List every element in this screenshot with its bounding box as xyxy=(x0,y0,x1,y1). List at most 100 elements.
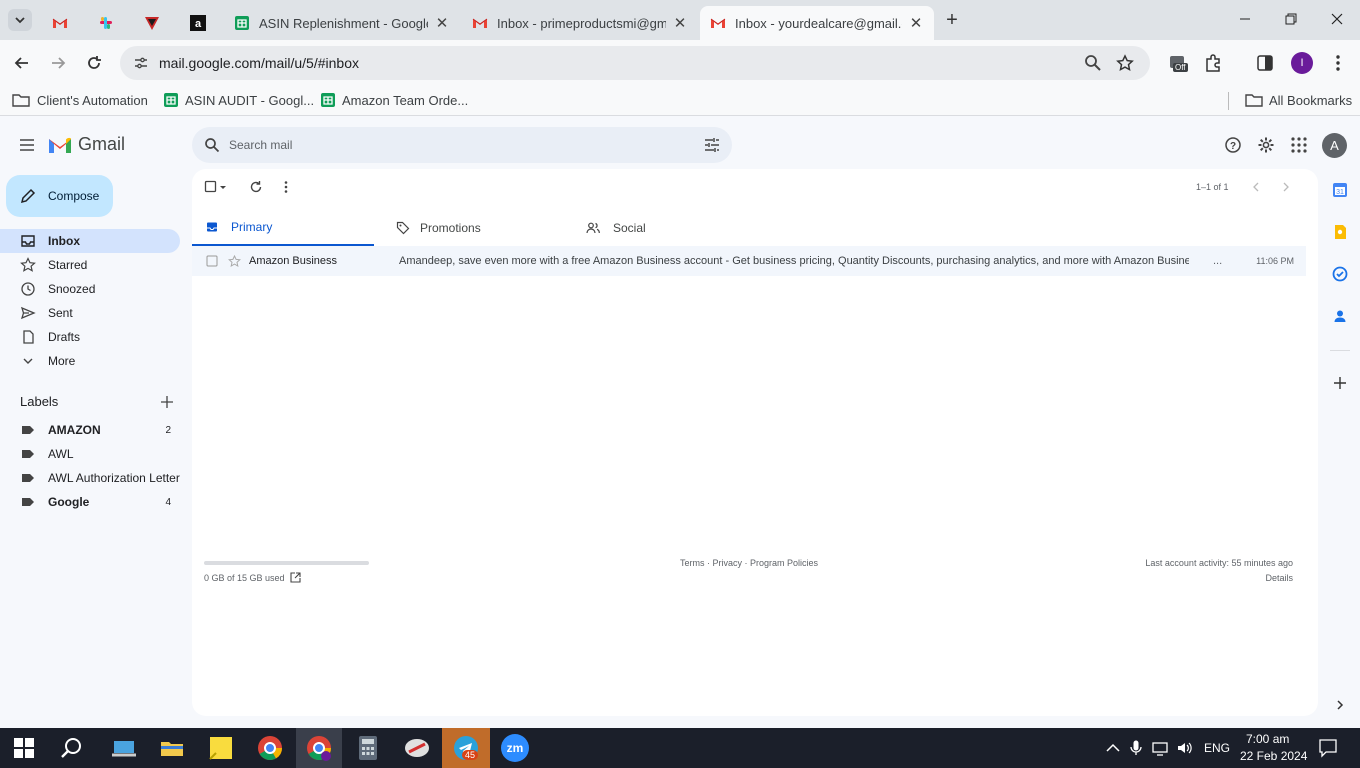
notifications-icon[interactable] xyxy=(1318,738,1338,758)
omnibox[interactable]: mail.google.com/mail/u/5/#inbox xyxy=(120,46,1150,80)
taskbar-search-icon[interactable] xyxy=(60,736,84,760)
bookmark-star-icon[interactable] xyxy=(1116,54,1134,72)
zoom-app-icon[interactable]: zm xyxy=(501,734,529,762)
bookmark-folder-clients-automation[interactable]: Client's Automation xyxy=(12,92,148,108)
label-awl-authorization[interactable]: AWL Authorization Letter xyxy=(0,466,180,490)
back-icon[interactable] xyxy=(12,53,32,73)
forward-icon[interactable] xyxy=(48,53,68,73)
email-sender: Amazon Business xyxy=(249,255,338,267)
newer-page-icon[interactable] xyxy=(1250,181,1262,193)
chrome-menu-icon[interactable] xyxy=(1330,53,1346,73)
search-icon[interactable] xyxy=(204,137,220,153)
windows-start-icon[interactable] xyxy=(14,738,34,758)
row-checkbox-icon[interactable] xyxy=(206,255,218,267)
tab-search-button[interactable] xyxy=(8,9,32,31)
extension-off-icon[interactable]: Off xyxy=(1168,52,1192,76)
send-icon xyxy=(20,306,36,320)
clock-date[interactable]: 22 Feb 2024 xyxy=(1240,749,1307,763)
bookmark-amazon-team-orders[interactable]: Amazon Team Orde... xyxy=(320,92,468,108)
file-explorer-icon[interactable] xyxy=(158,734,186,762)
close-tab-icon[interactable]: ✕ xyxy=(434,14,450,32)
snipping-tool-icon[interactable] xyxy=(403,734,431,762)
search-filters-icon[interactable] xyxy=(704,137,720,153)
main-menu-icon[interactable] xyxy=(18,136,36,154)
hide-panel-chevron-icon[interactable] xyxy=(1334,699,1346,711)
chrome-profile-taskbar-icon[interactable] xyxy=(305,734,333,762)
bookmark-asin-audit[interactable]: ASIN AUDIT - Googl... xyxy=(163,92,314,108)
zoom-icon[interactable] xyxy=(1084,54,1102,72)
get-addons-icon[interactable] xyxy=(1333,376,1347,390)
close-tab-icon[interactable]: ✕ xyxy=(908,14,924,32)
create-label-icon[interactable] xyxy=(160,395,174,409)
older-page-icon[interactable] xyxy=(1280,181,1292,193)
reload-icon[interactable] xyxy=(84,53,104,73)
row-star-icon[interactable] xyxy=(228,255,241,268)
chrome-taskbar-icon[interactable] xyxy=(256,734,284,762)
settings-gear-icon[interactable] xyxy=(1257,136,1275,154)
new-tab-button[interactable]: + xyxy=(942,10,962,30)
tab-pinned-amazon[interactable]: a xyxy=(180,6,218,40)
tab-pinned-vpn[interactable] xyxy=(134,6,172,40)
compose-button[interactable]: Compose xyxy=(6,175,113,217)
tab-asin-replenishment[interactable]: ASIN Replenishment - Google S ✕ xyxy=(224,6,460,40)
extensions-puzzle-icon[interactable] xyxy=(1203,53,1223,73)
clock-time[interactable]: 7:00 am xyxy=(1246,732,1289,746)
side-panel-icon[interactable] xyxy=(1256,54,1274,72)
footer-policy-links[interactable]: Terms · Privacy · Program Policies xyxy=(680,558,818,568)
tab-primary[interactable]: Primary xyxy=(192,209,374,247)
label-tag-icon xyxy=(22,474,34,482)
extension-badge: Off xyxy=(1173,63,1188,72)
microphone-icon[interactable] xyxy=(1130,740,1142,756)
inbox-icon xyxy=(21,235,35,247)
search-bar[interactable]: Search mail xyxy=(192,127,732,163)
tab-inbox-primeproducts[interactable]: Inbox - primeproductsmi@gma ✕ xyxy=(462,6,698,40)
email-row[interactable]: Amazon Business Amandeep, save even more… xyxy=(192,246,1306,276)
help-icon[interactable]: ? xyxy=(1224,136,1242,154)
account-avatar[interactable]: A xyxy=(1322,133,1347,158)
email-ellipsis: ... xyxy=(1213,255,1223,267)
more-actions-icon[interactable] xyxy=(281,180,291,194)
nav-inbox[interactable]: Inbox xyxy=(0,229,180,253)
label-awl[interactable]: AWL xyxy=(0,442,180,466)
volume-icon[interactable] xyxy=(1176,740,1194,756)
taskbar-app-laptop-icon[interactable] xyxy=(110,734,138,762)
bookmark-label: Client's Automation xyxy=(37,92,148,108)
label-amazon[interactable]: AMAZON 2 xyxy=(0,418,180,442)
nav-starred[interactable]: Starred xyxy=(0,253,180,277)
minimize-icon[interactable] xyxy=(1236,10,1254,28)
language-indicator[interactable]: ENG xyxy=(1204,741,1230,755)
show-hidden-icons-icon[interactable] xyxy=(1106,742,1120,754)
tasks-icon[interactable] xyxy=(1332,266,1348,282)
gmail-logo[interactable]: Gmail xyxy=(48,134,125,155)
tab-social[interactable]: Social xyxy=(580,209,760,247)
calculator-icon[interactable] xyxy=(354,734,382,762)
close-window-icon[interactable] xyxy=(1328,10,1346,28)
nav-sent[interactable]: Sent xyxy=(0,301,180,325)
tab-inbox-yourdealcare[interactable]: Inbox - yourdealcare@gmail.co ✕ xyxy=(700,6,934,40)
sticky-notes-icon[interactable] xyxy=(207,734,235,762)
refresh-icon[interactable] xyxy=(249,180,263,194)
url-text[interactable]: mail.google.com/mail/u/5/#inbox xyxy=(159,55,359,71)
profile-avatar[interactable]: I xyxy=(1291,52,1313,74)
calendar-icon[interactable]: 31 xyxy=(1332,182,1348,198)
close-tab-icon[interactable]: ✕ xyxy=(672,14,688,32)
keep-icon[interactable] xyxy=(1332,224,1348,240)
tab-pinned-gmail[interactable] xyxy=(42,6,80,40)
contacts-icon[interactable] xyxy=(1332,308,1348,324)
activity-details-link[interactable]: Details xyxy=(1265,573,1293,583)
site-info-icon[interactable] xyxy=(132,54,150,72)
tab-pinned-slack[interactable] xyxy=(88,6,126,40)
label-tag-icon xyxy=(22,426,34,434)
restore-icon[interactable] xyxy=(1282,10,1300,28)
open-storage-icon[interactable] xyxy=(290,572,301,583)
all-bookmarks-button[interactable]: All Bookmarks xyxy=(1245,92,1352,108)
nav-snoozed[interactable]: Snoozed xyxy=(0,277,180,301)
search-input[interactable]: Search mail xyxy=(229,138,292,152)
tab-promotions[interactable]: Promotions xyxy=(390,209,570,247)
select-all-checkbox[interactable] xyxy=(204,180,240,194)
network-icon[interactable] xyxy=(1152,740,1170,756)
label-google[interactable]: Google 4 xyxy=(0,490,180,514)
nav-more[interactable]: More xyxy=(0,349,180,373)
nav-drafts[interactable]: Drafts xyxy=(0,325,180,349)
apps-grid-icon[interactable] xyxy=(1290,136,1308,154)
